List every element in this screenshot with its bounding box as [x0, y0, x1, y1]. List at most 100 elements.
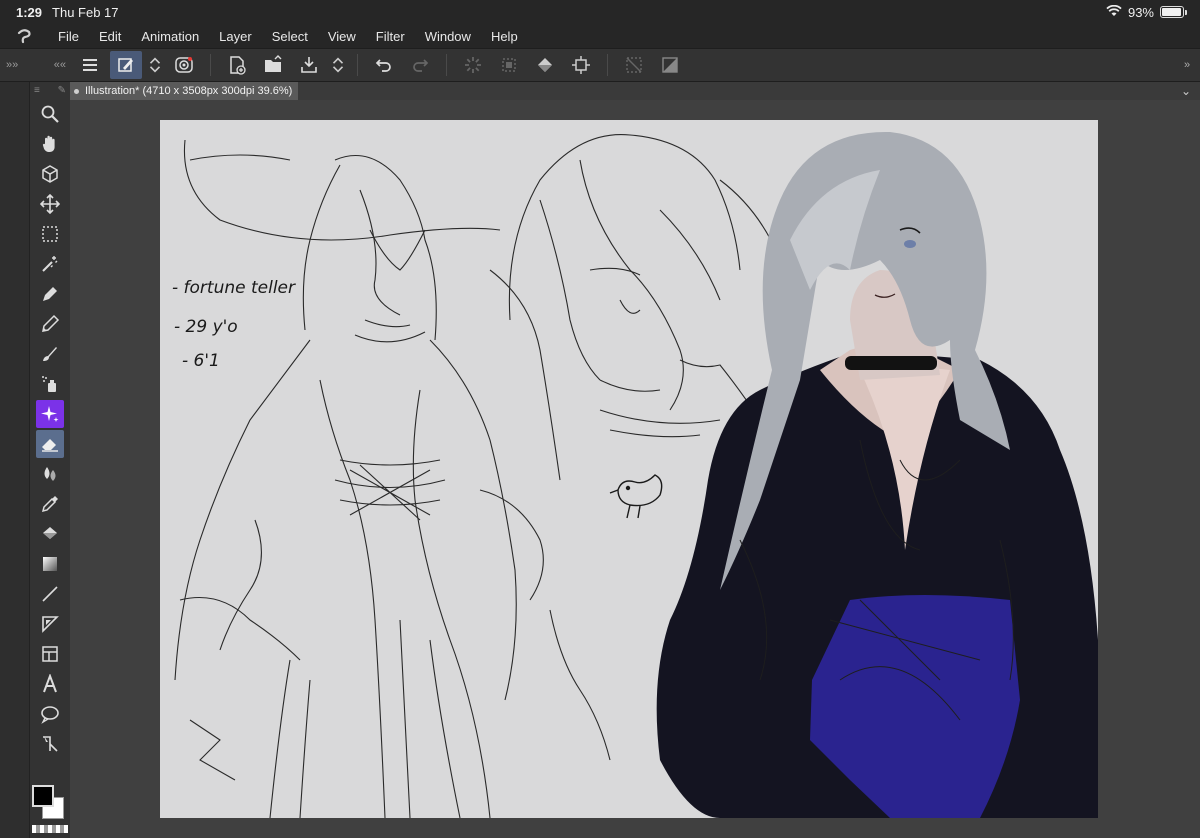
- gradient-icon: [43, 557, 57, 571]
- drawing-canvas[interactable]: - fortune teller - 29 y'o - 6'1: [160, 120, 1098, 818]
- battery-percent: 93%: [1127, 4, 1154, 20]
- transform-icon: [572, 56, 590, 74]
- selection-icon: [502, 58, 516, 72]
- tool-eraser[interactable]: [36, 430, 64, 458]
- quick-access-button[interactable]: [110, 51, 142, 79]
- quick-access-icon: [118, 58, 133, 72]
- expand-left-icon[interactable]: »»: [6, 59, 18, 71]
- status-time: 1:29: [16, 4, 43, 20]
- tool-pencil[interactable]: [36, 310, 64, 338]
- document-tab-title: Illustration* (4710 x 3508px 300dpi 39.6…: [85, 85, 293, 97]
- wifi-icon: [1106, 4, 1122, 20]
- sketch-figure-left: [174, 139, 611, 818]
- tool-gradient[interactable]: [36, 550, 64, 578]
- line-icon: [42, 586, 58, 602]
- quick-access-switch-button[interactable]: [146, 51, 164, 79]
- menu-file[interactable]: File: [48, 29, 89, 44]
- main-color-chip[interactable]: [32, 785, 54, 807]
- tool-balloon[interactable]: [36, 700, 64, 728]
- collapse-left-icon[interactable]: ««: [54, 59, 66, 71]
- canvas-note-3: - 6'1: [182, 351, 220, 371]
- canvas-note-2: - 29 y'o: [174, 317, 238, 337]
- deselect-icon: [626, 57, 642, 73]
- invert-selection-icon: [662, 57, 678, 73]
- tool-3d-object[interactable]: [36, 160, 64, 188]
- tool-airbrush[interactable]: [36, 370, 64, 398]
- undo-button[interactable]: [368, 51, 400, 79]
- palette-header: ≡ ✎: [30, 82, 70, 98]
- tool-blend[interactable]: [36, 460, 64, 488]
- tool-eyedropper[interactable]: [36, 490, 64, 518]
- spiral-icon: [175, 57, 193, 73]
- hand-icon: [42, 135, 55, 152]
- up-down-icon: [332, 57, 344, 73]
- deselect-button[interactable]: [618, 51, 650, 79]
- tool-decoration[interactable]: [36, 400, 64, 428]
- 3d-object-icon: [42, 165, 58, 183]
- save-icon: [301, 57, 317, 73]
- correct-line-icon: [43, 736, 58, 752]
- eyedropper-icon: [41, 496, 58, 513]
- fill-icon: [538, 58, 552, 72]
- tool-frame[interactable]: [36, 640, 64, 668]
- tool-zoom[interactable]: [36, 100, 64, 128]
- colored-figure-right: [656, 131, 1098, 818]
- undo-icon: [375, 59, 391, 72]
- tool-pen[interactable]: [36, 280, 64, 308]
- ruler-icon: [42, 616, 59, 633]
- new-file-icon: [230, 56, 246, 75]
- tool-move[interactable]: [36, 190, 64, 218]
- tool-line[interactable]: [36, 580, 64, 608]
- menu-window[interactable]: Window: [415, 29, 481, 44]
- invert-selection-button[interactable]: [654, 51, 686, 79]
- companion-button[interactable]: [168, 51, 200, 79]
- up-down-icon: [149, 57, 161, 73]
- palette-menu-icon[interactable]: ≡: [34, 85, 40, 96]
- open-folder-icon: [265, 55, 282, 72]
- menu-bar: File Edit Animation Layer Select View Fi…: [0, 24, 1200, 48]
- tool-text[interactable]: [36, 670, 64, 698]
- chevron-down-icon[interactable]: ⌄: [1172, 84, 1200, 98]
- command-bar: »» «« »: [0, 48, 1200, 82]
- text-icon: [43, 674, 57, 693]
- redo-icon: [413, 59, 429, 72]
- tool-correct-line[interactable]: [36, 730, 64, 758]
- zoom-icon: [41, 105, 59, 123]
- tool-fill[interactable]: [36, 520, 64, 548]
- brush-icon: [43, 347, 57, 361]
- tool-auto-select[interactable]: [36, 250, 64, 278]
- menu-edit[interactable]: Edit: [89, 29, 131, 44]
- menu-view[interactable]: View: [318, 29, 366, 44]
- transparent-color-chip[interactable]: [32, 825, 68, 833]
- open-file-button[interactable]: [257, 51, 289, 79]
- status-date: Thu Feb 17: [52, 4, 119, 20]
- transform-selection-button[interactable]: [565, 51, 597, 79]
- redo-button[interactable]: [404, 51, 436, 79]
- menu-select[interactable]: Select: [262, 29, 318, 44]
- new-file-button[interactable]: [221, 51, 253, 79]
- save-options-button[interactable]: [329, 51, 347, 79]
- tool-ruler[interactable]: [36, 610, 64, 638]
- menu-layer[interactable]: Layer: [209, 29, 262, 44]
- app-logo-icon[interactable]: [0, 27, 48, 45]
- tool-selection[interactable]: [36, 220, 64, 248]
- document-tab[interactable]: Illustration* (4710 x 3508px 300dpi 39.6…: [70, 82, 299, 100]
- fill-selection-button[interactable]: [529, 51, 561, 79]
- menu-button[interactable]: [74, 51, 106, 79]
- menu-help[interactable]: Help: [481, 29, 528, 44]
- expand-right-icon[interactable]: »: [1174, 49, 1200, 81]
- selection-launcher-button[interactable]: [493, 51, 525, 79]
- process-button[interactable]: [457, 51, 489, 79]
- toolbar-divider: [446, 54, 447, 76]
- save-button[interactable]: [293, 51, 325, 79]
- tool-brush[interactable]: [36, 340, 64, 368]
- airbrush-icon: [42, 376, 56, 392]
- menu-filter[interactable]: Filter: [366, 29, 415, 44]
- balloon-icon: [41, 706, 59, 724]
- toolbar-divider: [357, 54, 358, 76]
- eraser-icon: [42, 439, 58, 452]
- tool-hand[interactable]: [36, 130, 64, 158]
- toolbar-divider: [607, 54, 608, 76]
- canvas-note-1: - fortune teller: [172, 278, 296, 298]
- menu-animation[interactable]: Animation: [131, 29, 209, 44]
